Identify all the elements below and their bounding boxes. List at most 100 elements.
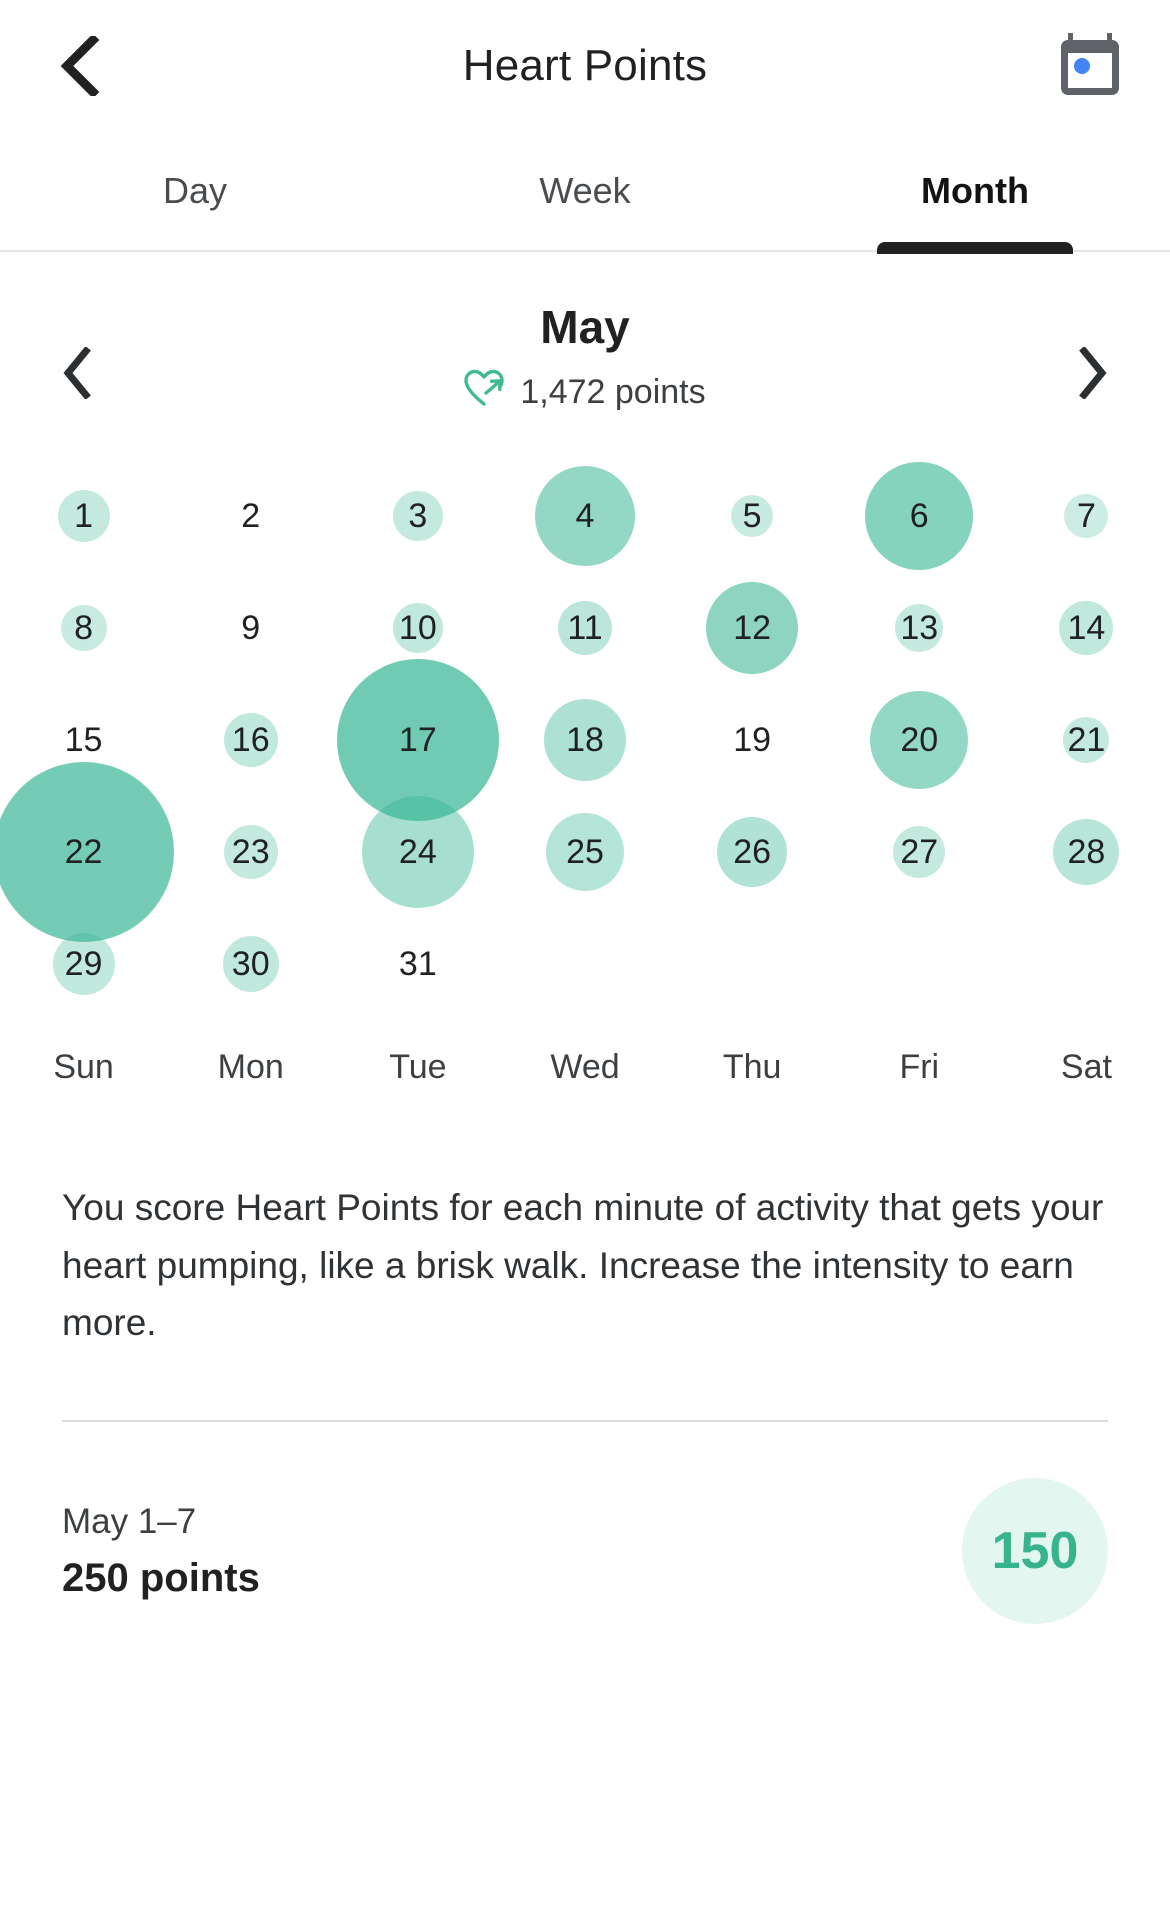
section-divider (62, 1420, 1108, 1423)
calendar-day-cell[interactable]: 16 (167, 684, 334, 796)
calendar-day-cell[interactable]: 21 (1003, 684, 1170, 796)
month-points-row: 1,472 points (0, 369, 1170, 416)
tab-month[interactable]: Month (780, 132, 1170, 250)
weekday-sat: Sat (1060, 1048, 1112, 1086)
day-number: 20 (900, 721, 939, 759)
day-number: 2 (241, 497, 261, 535)
calendar-week-row: 15 16 17 18 19 20 21 (0, 659, 1170, 821)
day-number: 8 (74, 609, 94, 647)
weekday-mon: Mon (217, 1048, 284, 1086)
day-number: 1 (74, 497, 94, 535)
day-number: 17 (398, 721, 437, 759)
day-number: 10 (398, 609, 437, 647)
period-tabs: Day Week Month (0, 132, 1170, 252)
calendar-button[interactable] (1054, 30, 1126, 102)
summary-date-range: May 1–7 (62, 1501, 197, 1541)
chevron-left-icon (57, 36, 101, 96)
bubble-calendar: 1 2 3 4 5 6 7 8 9 10 11 12 13 14 15 16 17 18 19 20 21 22 23 24 2… (0, 460, 1170, 1020)
calendar-day-cell[interactable]: 28 (1003, 796, 1170, 908)
chevron-right-icon (1076, 345, 1110, 404)
calendar-day-cell[interactable]: 12 (669, 572, 836, 684)
calendar-day-cell[interactable]: 13 (836, 572, 1003, 684)
day-number: 26 (733, 833, 772, 871)
weekday-sun: Sun (53, 1048, 114, 1086)
previous-month-button[interactable] (42, 340, 112, 410)
day-number: 24 (398, 833, 437, 871)
day-number: 9 (241, 609, 261, 647)
weekday-wed: Wed (550, 1048, 620, 1086)
day-number: 19 (733, 721, 772, 759)
week-summary-row[interactable]: May 1–7 250 points 150 (62, 1478, 1108, 1625)
month-navigation: May 1,472 points (0, 252, 1170, 442)
day-number: 22 (64, 833, 103, 871)
day-number: 13 (900, 609, 939, 647)
day-number: 4 (575, 497, 595, 535)
calendar-day-cell[interactable]: 23 (167, 796, 334, 908)
calendar-day-cell[interactable]: 25 (501, 796, 668, 908)
calendar-day-cell[interactable]: 8 (0, 572, 167, 684)
app-bar: Heart Points (0, 0, 1170, 132)
calendar-day-cell[interactable]: 17 (334, 659, 501, 821)
chevron-left-icon (60, 345, 94, 404)
calendar-day-cell[interactable]: 14 (1003, 572, 1170, 684)
heart-arrow-icon (464, 369, 506, 416)
calendar-day-cell[interactable]: 3 (334, 460, 501, 572)
tab-day[interactable]: Day (0, 132, 390, 250)
day-number: 28 (1067, 833, 1106, 871)
day-number: 14 (1067, 609, 1106, 647)
day-number: 18 (566, 721, 604, 759)
tab-week[interactable]: Week (390, 132, 780, 250)
summary-goal-badge: 150 (962, 1478, 1108, 1625)
calendar-day-cell[interactable]: 19 (669, 684, 836, 796)
day-number: 31 (398, 945, 437, 983)
weekday-labels: Sun Mon Tue Wed Thu Fri Sat (0, 1048, 1170, 1087)
day-number: 21 (1067, 721, 1106, 759)
day-number: 16 (231, 721, 270, 759)
calendar-day-cell[interactable]: 26 (669, 796, 836, 908)
calendar-day-cell[interactable]: 22 (0, 762, 174, 942)
day-number: 23 (231, 833, 270, 871)
back-button[interactable] (44, 31, 114, 101)
weekday-fri: Fri (899, 1048, 940, 1086)
page-title: Heart Points (462, 41, 708, 90)
calendar-day-cell[interactable]: 1 (0, 460, 167, 572)
day-number: 27 (900, 833, 939, 871)
calendar-day-cell[interactable]: 2 (167, 460, 334, 572)
calendar-day-cell[interactable]: 11 (501, 572, 668, 684)
calendar-week-row: 8 9 10 11 12 13 14 (0, 572, 1170, 684)
calendar-icon (1059, 31, 1121, 102)
calendar-empty-cell (669, 908, 836, 1020)
month-header: May 1,472 points (0, 302, 1170, 416)
calendar-day-cell[interactable]: 6 (836, 460, 1003, 572)
day-number: 12 (733, 609, 772, 647)
calendar-day-cell[interactable]: 20 (836, 684, 1003, 796)
calendar-day-cell[interactable]: 27 (836, 796, 1003, 908)
day-number: 11 (567, 609, 603, 647)
day-number: 29 (64, 945, 103, 983)
calendar-week-row: 22 23 24 25 26 27 28 (0, 762, 1170, 942)
calendar-day-cell[interactable]: 5 (669, 460, 836, 572)
calendar-day-cell[interactable]: 30 (167, 908, 334, 1020)
next-month-button[interactable] (1058, 340, 1128, 410)
weekday-thu: Thu (722, 1048, 782, 1086)
summary-text-block: May 1–7 250 points (62, 1502, 962, 1601)
calendar-empty-cell (501, 908, 668, 1020)
month-label: May (540, 301, 630, 353)
calendar-day-cell[interactable]: 31 (334, 908, 501, 1020)
calendar-day-cell[interactable]: 18 (501, 684, 668, 796)
day-number: 30 (231, 945, 270, 983)
day-number: 3 (408, 497, 428, 535)
calendar-empty-cell (836, 908, 1003, 1020)
description-text: You score Heart Points for each minute o… (62, 1187, 1104, 1344)
day-number: 5 (742, 497, 762, 535)
day-number: 7 (1076, 497, 1096, 535)
calendar-week-row: 29 30 31 (0, 908, 1170, 1020)
calendar-day-cell[interactable]: 9 (167, 572, 334, 684)
calendar-day-cell[interactable]: 24 (334, 796, 501, 908)
month-points-label: 1,472 points (520, 372, 706, 411)
calendar-day-cell[interactable]: 4 (501, 460, 668, 572)
calendar-empty-cell (1003, 908, 1170, 1020)
calendar-day-cell[interactable]: 29 (0, 908, 167, 1020)
calendar-day-cell[interactable]: 7 (1003, 460, 1170, 572)
summary-points: 250 points (62, 1555, 260, 1600)
